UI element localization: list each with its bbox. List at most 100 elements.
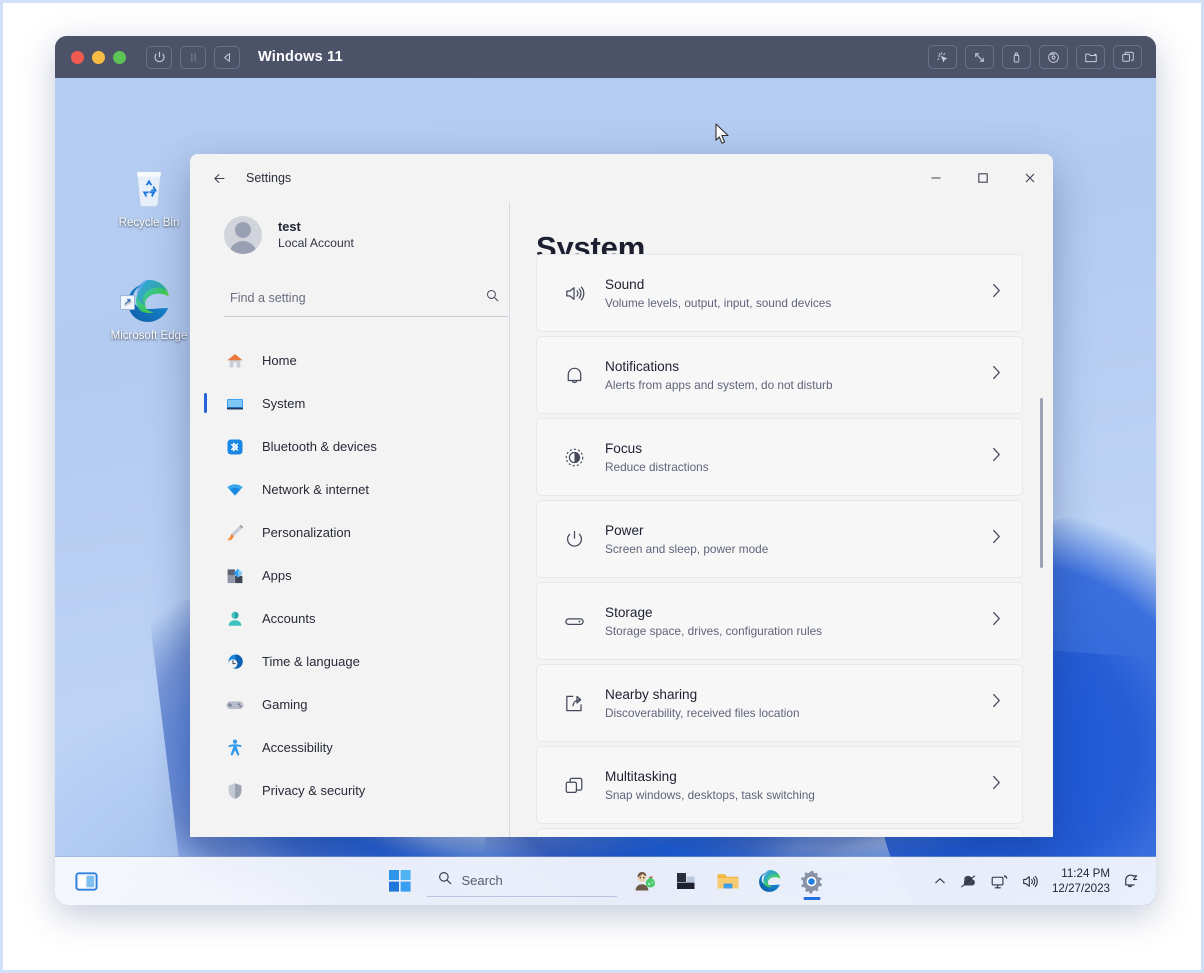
window-controls xyxy=(912,154,1053,202)
sidebar-item-label: Gaming xyxy=(262,697,308,712)
setting-item-subtitle: Reduce distractions xyxy=(605,459,709,474)
close-window-button[interactable] xyxy=(71,50,84,64)
taskbar-search-label: Search xyxy=(461,873,503,888)
sidebar-item-label: Home xyxy=(262,353,297,368)
setting-item-title: Power xyxy=(605,522,644,538)
maximize-window-button[interactable] xyxy=(113,50,126,64)
dark-app-icon[interactable] xyxy=(665,861,707,901)
sidebar-item-home[interactable]: Home xyxy=(212,339,488,382)
sidebar-item-bluetooth-devices[interactable]: Bluetooth & devices xyxy=(212,425,488,468)
file-explorer-icon[interactable] xyxy=(707,861,749,901)
setting-item-subtitle: Volume levels, output, input, sound devi… xyxy=(605,295,832,310)
network-display-icon[interactable] xyxy=(990,873,1009,890)
settings-body: test Local Account Find a setting Home S… xyxy=(190,202,1053,837)
settings-search[interactable] xyxy=(224,282,508,317)
account-type: Local Account xyxy=(278,236,354,250)
sidebar-item-label: Bluetooth & devices xyxy=(262,439,377,454)
sound-icon xyxy=(557,282,591,305)
sidebar-item-personalization[interactable]: Personalization xyxy=(212,511,488,554)
sidebar-item-accessibility[interactable]: Accessibility xyxy=(212,726,488,769)
setting-item-subtitle: Snap windows, desktops, task switching xyxy=(605,787,815,802)
vm-controls-left xyxy=(146,45,240,69)
search-input[interactable] xyxy=(224,291,485,305)
mouse-cursor xyxy=(715,123,731,150)
chevron-right-icon xyxy=(991,610,1006,632)
back-icon[interactable] xyxy=(214,45,240,69)
minimize-window-button[interactable] xyxy=(92,50,105,64)
setting-item-title: Storage xyxy=(605,604,653,620)
minimize-button[interactable] xyxy=(912,154,959,202)
sidebar-item-label: Network & internet xyxy=(262,482,369,497)
scrollbar-thumb[interactable] xyxy=(1040,398,1043,568)
shared-folder-icon[interactable] xyxy=(1076,45,1105,69)
close-button[interactable] xyxy=(1006,154,1053,202)
recycle-bin-icon xyxy=(102,163,196,213)
copilot-icon[interactable] xyxy=(623,861,665,901)
bluetooth-icon xyxy=(224,436,246,458)
setting-item-text: Nearby sharing Discoverability, received… xyxy=(605,685,991,722)
taskbar-center: Search xyxy=(379,861,833,901)
sidebar-item-accounts[interactable]: Accounts xyxy=(212,597,488,640)
disc-icon[interactable] xyxy=(1039,45,1068,69)
setting-item-subtitle: Screen and sleep, power mode xyxy=(605,541,769,556)
pause-icon[interactable] xyxy=(180,45,206,69)
settings-list: Sound Volume levels, output, input, soun… xyxy=(536,254,1053,837)
setting-item-storage[interactable]: Storage Storage space, drives, configura… xyxy=(536,582,1023,660)
system-tray: 11:24 PM 12/27/2023 xyxy=(933,866,1156,896)
desktop-icon-label: Microsoft Edge xyxy=(110,330,188,342)
back-button[interactable] xyxy=(202,162,236,194)
sidebar-item-gaming[interactable]: Gaming xyxy=(212,683,488,726)
sidebar-item-apps[interactable]: Apps xyxy=(212,554,488,597)
chevron-right-icon xyxy=(991,528,1006,550)
notifications-bell-icon[interactable] xyxy=(1122,872,1140,890)
setting-item-notifications[interactable]: Notifications Alerts from apps and syste… xyxy=(536,336,1023,414)
pointer-click-icon[interactable] xyxy=(928,45,957,69)
main-scrollbar[interactable] xyxy=(1040,398,1043,818)
show-hidden-icons-chevron[interactable] xyxy=(933,874,947,888)
share-icon xyxy=(557,692,591,715)
setting-item-power[interactable]: Power Screen and sleep, power mode xyxy=(536,500,1023,578)
resize-arrow-icon[interactable] xyxy=(965,45,994,69)
settings-sidebar: test Local Account Find a setting Home S… xyxy=(190,202,510,837)
personalization-icon xyxy=(224,522,246,544)
setting-item-nearby-sharing[interactable]: Nearby sharing Discoverability, received… xyxy=(536,664,1023,742)
search-icon xyxy=(485,288,506,308)
sidebar-item-time-language[interactable]: Time & language xyxy=(212,640,488,683)
setting-item-multitasking[interactable]: Multitasking Snap windows, desktops, tas… xyxy=(536,746,1023,824)
desktop-icon-microsoft-edge[interactable]: ↗ Microsoft Edge xyxy=(102,276,196,343)
setting-item-for-developers[interactable]: For developers These settings are intend… xyxy=(536,828,1023,837)
usb-drive-icon[interactable] xyxy=(1002,45,1031,69)
widgets-icon[interactable] xyxy=(69,864,103,898)
time-icon xyxy=(224,651,246,673)
taskbar-search[interactable]: Search xyxy=(426,865,617,897)
power-icon[interactable] xyxy=(146,45,172,69)
volume-icon[interactable] xyxy=(1021,873,1040,890)
maximize-button[interactable] xyxy=(959,154,1006,202)
start-button[interactable] xyxy=(379,861,421,901)
setting-item-subtitle: Discoverability, received files location xyxy=(605,705,800,720)
sidebar-item-privacy-security[interactable]: Privacy & security xyxy=(212,769,488,812)
setting-item-title: Multitasking xyxy=(605,768,677,784)
avatar xyxy=(224,216,262,254)
sidebar-item-label: System xyxy=(262,396,306,411)
desktop-icon-label: Recycle Bin xyxy=(118,217,180,229)
settings-window: Settings test Local Account Find a setti… xyxy=(190,154,1053,837)
sidebar-item-network-internet[interactable]: Network & internet xyxy=(212,468,488,511)
account-row[interactable]: test Local Account xyxy=(212,202,510,264)
chevron-right-icon xyxy=(991,282,1006,304)
setting-item-focus[interactable]: Focus Reduce distractions xyxy=(536,418,1023,496)
setting-item-text: Storage Storage space, drives, configura… xyxy=(605,603,991,640)
network-icon xyxy=(224,479,246,501)
setting-item-text: Power Screen and sleep, power mode xyxy=(605,521,991,558)
settings-gear-icon[interactable] xyxy=(791,861,833,901)
sidebar-item-system[interactable]: System xyxy=(204,382,488,425)
taskbar: Search 11:24 PM 12/27/2023 xyxy=(55,857,1156,905)
clock[interactable]: 11:24 PM 12/27/2023 xyxy=(1052,866,1110,896)
cloud-offline-icon[interactable] xyxy=(959,873,978,889)
windows-stack-icon[interactable] xyxy=(1113,45,1142,69)
home-icon xyxy=(224,350,246,372)
microsoft-edge-icon[interactable] xyxy=(749,861,791,901)
desktop-icon-recycle-bin[interactable]: Recycle Bin xyxy=(102,163,196,230)
privacy-icon xyxy=(224,780,246,802)
setting-item-sound[interactable]: Sound Volume levels, output, input, soun… xyxy=(536,254,1023,332)
